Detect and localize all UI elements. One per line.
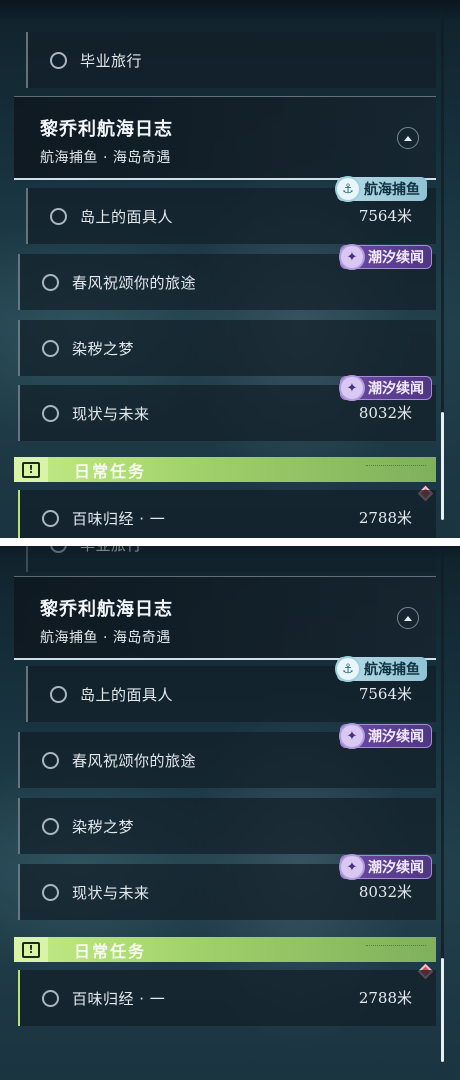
quest-radio[interactable]: [42, 273, 59, 291]
quest-label: 染秽之梦: [72, 339, 135, 358]
quest-radio[interactable]: [50, 51, 67, 69]
badge-label: 潮汐续闻: [368, 381, 424, 397]
daily-tasks-label: 日常任务: [74, 461, 147, 481]
quest-label: 毕业旅行: [80, 51, 143, 70]
quest-label: 百味归经 · 一: [72, 509, 166, 528]
quest-panel-top: 毕业旅行 黎乔利航海日志 航海捕鱼 · 海岛奇遇 岛上的面具人 7564米 ⚓ …: [0, 0, 460, 538]
daily-quest-item[interactable]: 百味归经 · 一 2788米: [18, 490, 436, 538]
daily-tasks-label: 日常任务: [74, 941, 147, 961]
quest-radio[interactable]: [42, 989, 59, 1007]
tide-icon: ✦: [339, 854, 365, 880]
quest-label: 春风祝颂你的旅途: [72, 751, 197, 770]
daily-tasks-header[interactable]: ! 日常任务: [14, 457, 436, 482]
quest-radio[interactable]: [42, 817, 59, 835]
quest-distance: 8032米: [358, 883, 412, 901]
quest-label: 岛上的面具人: [80, 207, 174, 226]
quest-radio[interactable]: [42, 509, 59, 527]
quest-item[interactable]: 染秽之梦: [18, 320, 436, 376]
tide-badge: ✦ 潮汐续闻: [339, 375, 432, 401]
collapse-chevron-icon[interactable]: [397, 607, 419, 629]
quest-group-header[interactable]: 黎乔利航海日志 航海捕鱼 · 海岛奇遇: [14, 96, 436, 180]
top-fade: [0, 0, 460, 22]
tide-badge: ✦ 潮汐续闻: [339, 854, 432, 880]
daily-quest-item[interactable]: 百味归经 · 一 2788米: [18, 970, 436, 1026]
quest-radio[interactable]: [42, 883, 59, 901]
screenshot-divider: [0, 538, 460, 546]
quest-group-title: 黎乔利航海日志: [40, 119, 173, 140]
tide-icon: ✦: [339, 723, 365, 749]
alert-icon: !: [14, 937, 48, 962]
badge-label: 潮汐续闻: [368, 729, 424, 745]
daily-header-decoration: [366, 945, 426, 951]
badge-label: 航海捕鱼: [364, 182, 420, 198]
badge-label: 航海捕鱼: [364, 662, 420, 678]
quest-radio[interactable]: [42, 339, 59, 357]
quest-radio[interactable]: [42, 751, 59, 769]
anchor-icon: ⚓: [335, 656, 361, 682]
scrollbar-thumb[interactable]: [441, 412, 444, 520]
quest-radio[interactable]: [50, 207, 67, 225]
anchor-icon: ⚓: [335, 176, 361, 202]
quest-panel-bottom: 毕业旅行 黎乔利航海日志 航海捕鱼 · 海岛奇遇 岛上的面具人 7564米 ⚓ …: [0, 538, 460, 1080]
quest-label: 现状与未来: [72, 404, 150, 423]
scrollbar-thumb[interactable]: [441, 958, 444, 1062]
quest-label: 百味归经 · 一: [72, 989, 166, 1008]
quest-group-header[interactable]: 黎乔利航海日志 航海捕鱼 · 海岛奇遇: [14, 576, 436, 660]
tide-icon: ✦: [339, 375, 365, 401]
alert-icon: !: [14, 457, 48, 482]
quest-distance: 2788米: [358, 989, 412, 1007]
quest-group-subtitle: 航海捕鱼 · 海岛奇遇: [40, 630, 171, 646]
tide-icon: ✦: [339, 244, 365, 270]
quest-radio[interactable]: [50, 685, 67, 703]
quest-label: 春风祝颂你的旅途: [72, 273, 197, 292]
tide-badge: ✦ 潮汐续闻: [339, 244, 432, 270]
quest-distance: 2788米: [358, 509, 412, 527]
quest-label: 岛上的面具人: [80, 685, 174, 704]
quest-item[interactable]: 染秽之梦: [18, 798, 436, 854]
collapse-chevron-icon[interactable]: [397, 127, 419, 149]
quest-item-graduation-trip[interactable]: 毕业旅行: [26, 32, 436, 88]
quest-radio[interactable]: [42, 404, 59, 422]
daily-tasks-header[interactable]: ! 日常任务: [14, 937, 436, 962]
quest-label: 染秽之梦: [72, 817, 135, 836]
quest-group-title: 黎乔利航海日志: [40, 599, 173, 620]
fishing-badge: ⚓ 航海捕鱼: [335, 656, 427, 682]
quest-distance: 7564米: [358, 685, 412, 703]
daily-header-decoration: [366, 465, 426, 471]
quest-distance: 8032米: [358, 404, 412, 422]
quest-group-subtitle: 航海捕鱼 · 海岛奇遇: [40, 150, 171, 166]
quest-distance: 7564米: [358, 207, 412, 225]
badge-label: 潮汐续闻: [368, 250, 424, 266]
fishing-badge: ⚓ 航海捕鱼: [335, 176, 427, 202]
quest-label: 现状与未来: [72, 883, 150, 902]
tide-badge: ✦ 潮汐续闻: [339, 723, 432, 749]
badge-label: 潮汐续闻: [368, 860, 424, 876]
